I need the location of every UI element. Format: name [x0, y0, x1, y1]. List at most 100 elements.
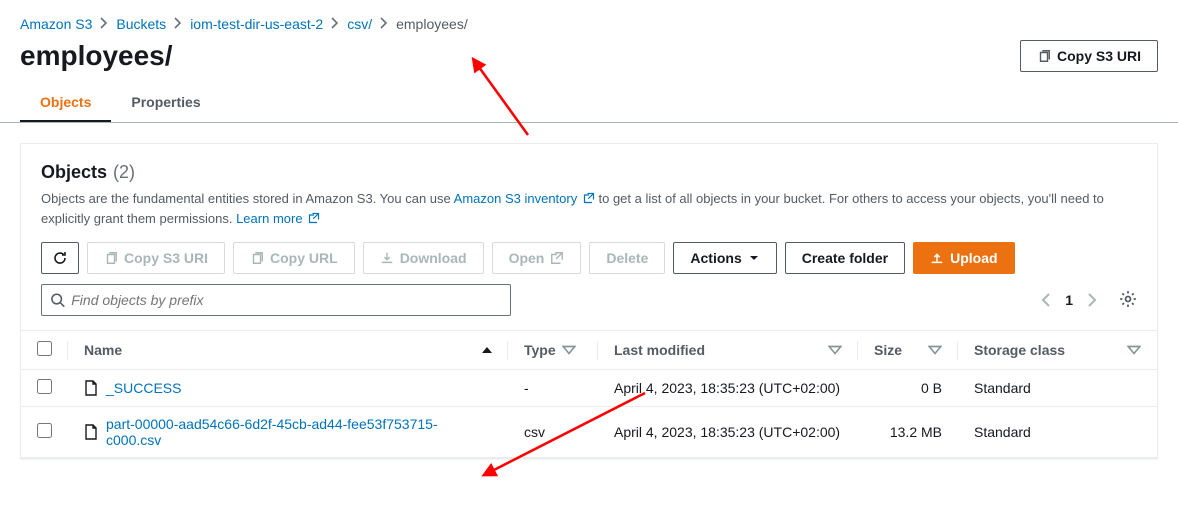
panel-title: Objects (2) [41, 162, 1137, 183]
caret-down-icon [748, 252, 760, 264]
column-storage-class-label: Storage class [974, 342, 1065, 358]
chevron-right-icon [1087, 293, 1097, 307]
tabs: Objects Properties [0, 84, 1178, 123]
delete-button[interactable]: Delete [589, 242, 665, 274]
column-last-modified-label: Last modified [614, 342, 705, 358]
inventory-link-label: Amazon S3 inventory [454, 191, 578, 206]
objects-table: Name Type Last modified [21, 330, 1157, 458]
search-icon [50, 292, 65, 308]
create-folder-button[interactable]: Create folder [785, 242, 905, 274]
breadcrumb-current: employees/ [396, 16, 468, 32]
learn-more-link[interactable]: Learn more [236, 211, 320, 226]
cell-size: 0 B [858, 370, 958, 407]
filter-caret-icon [928, 343, 942, 357]
file-cell: part-00000-aad54c66-6d2f-45cb-ad44-fee53… [84, 416, 492, 448]
breadcrumb-link-bucket[interactable]: iom-test-dir-us-east-2 [190, 16, 323, 32]
btn-label: Download [400, 250, 467, 266]
chevron-left-icon [1041, 293, 1051, 307]
copy-icon [1037, 49, 1051, 63]
column-last-modified[interactable]: Last modified [598, 331, 858, 370]
btn-label: Delete [606, 250, 648, 266]
page-header: employees/ Copy S3 URI [0, 32, 1178, 84]
column-storage-class[interactable]: Storage class [958, 331, 1157, 370]
column-name-label: Name [84, 342, 122, 358]
sort-asc-icon [482, 347, 492, 353]
breadcrumb-separator [380, 16, 388, 32]
breadcrumb-link-buckets[interactable]: Buckets [116, 16, 166, 32]
column-size-label: Size [874, 342, 902, 358]
objects-toolbar: Copy S3 URI Copy URL Download Open Delet… [41, 242, 1137, 274]
download-button[interactable]: Download [363, 242, 484, 274]
breadcrumb: Amazon S3 Buckets iom-test-dir-us-east-2… [0, 0, 1178, 32]
file-link[interactable]: part-00000-aad54c66-6d2f-45cb-ad44-fee53… [106, 416, 492, 448]
chevron-right-icon [380, 17, 388, 29]
cell-type: csv [508, 407, 598, 458]
gear-icon [1119, 290, 1137, 308]
external-link-icon [583, 192, 595, 204]
actions-button[interactable]: Actions [673, 242, 776, 274]
copy-s3-uri-button-toolbar[interactable]: Copy S3 URI [87, 242, 225, 274]
next-page-button[interactable] [1087, 293, 1097, 307]
external-link-icon [550, 251, 564, 265]
copy-s3-uri-button[interactable]: Copy S3 URI [1020, 40, 1158, 72]
pager: 1 [1041, 290, 1137, 311]
column-name[interactable]: Name [68, 331, 508, 370]
column-type[interactable]: Type [508, 331, 598, 370]
cell-type: - [508, 370, 598, 407]
breadcrumb-link-s3[interactable]: Amazon S3 [20, 16, 92, 32]
settings-button[interactable] [1119, 290, 1137, 311]
panel-title-text: Objects [41, 162, 107, 183]
panel-description: Objects are the fundamental entities sto… [41, 189, 1137, 228]
file-cell: _SUCCESS [84, 380, 492, 396]
breadcrumb-separator [331, 16, 339, 32]
filter-caret-icon [828, 343, 842, 357]
open-button[interactable]: Open [492, 242, 582, 274]
tab-objects[interactable]: Objects [20, 84, 111, 122]
chevron-right-icon [174, 17, 182, 29]
chevron-right-icon [100, 17, 108, 29]
refresh-icon [52, 250, 68, 266]
upload-icon [930, 251, 944, 265]
row-checkbox[interactable] [37, 379, 52, 394]
breadcrumb-link-csv[interactable]: csv/ [347, 16, 372, 32]
cell-last-modified: April 4, 2023, 18:35:23 (UTC+02:00) [598, 370, 858, 407]
copy-s3-uri-label: Copy S3 URI [1057, 48, 1141, 64]
filter-caret-icon [1127, 343, 1141, 357]
upload-button[interactable]: Upload [913, 242, 1014, 274]
cell-storage-class: Standard [958, 407, 1157, 458]
objects-count: (2) [113, 162, 135, 183]
btn-label: Open [509, 250, 545, 266]
learn-more-label: Learn more [236, 211, 302, 226]
filter-caret-icon [562, 343, 576, 357]
page-number: 1 [1065, 292, 1073, 308]
btn-label: Copy URL [270, 250, 338, 266]
column-select-all [21, 331, 68, 370]
table-row: _SUCCESS - April 4, 2023, 18:35:23 (UTC+… [21, 370, 1157, 407]
search-input[interactable] [71, 292, 502, 308]
desc-text: Objects are the fundamental entities sto… [41, 191, 454, 206]
search-box[interactable] [41, 284, 511, 316]
copy-url-button[interactable]: Copy URL [233, 242, 355, 274]
prev-page-button[interactable] [1041, 293, 1051, 307]
file-icon [84, 380, 98, 396]
chevron-right-icon [331, 17, 339, 29]
btn-label: Actions [690, 250, 741, 266]
inventory-link[interactable]: Amazon S3 inventory [454, 191, 599, 206]
breadcrumb-separator [174, 16, 182, 32]
copy-icon [104, 251, 118, 265]
btn-label: Copy S3 URI [124, 250, 208, 266]
download-icon [380, 251, 394, 265]
btn-label: Create folder [802, 250, 888, 266]
row-checkbox[interactable] [37, 423, 52, 438]
tab-properties[interactable]: Properties [111, 84, 220, 122]
copy-icon [250, 251, 264, 265]
column-size[interactable]: Size [858, 331, 958, 370]
refresh-button[interactable] [41, 242, 79, 274]
file-link[interactable]: _SUCCESS [106, 380, 181, 396]
cell-storage-class: Standard [958, 370, 1157, 407]
table-row: part-00000-aad54c66-6d2f-45cb-ad44-fee53… [21, 407, 1157, 458]
select-all-checkbox[interactable] [37, 341, 52, 356]
search-row: 1 [41, 284, 1137, 330]
page-title: employees/ [20, 40, 173, 72]
column-type-label: Type [524, 342, 556, 358]
